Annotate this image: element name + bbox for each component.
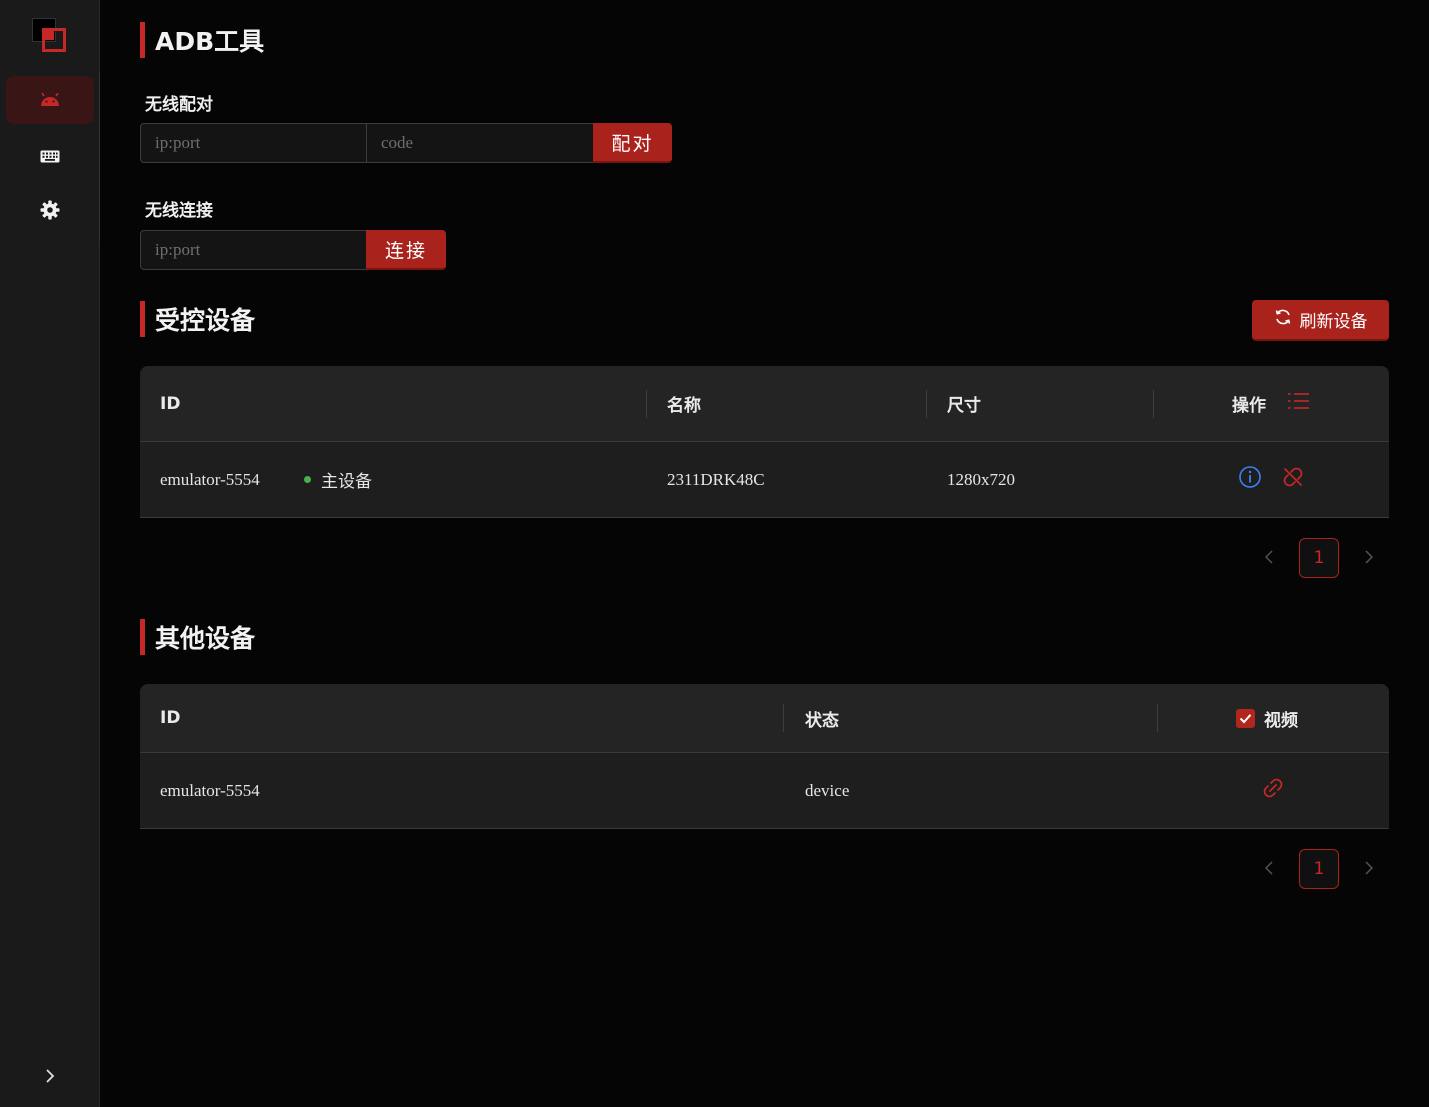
pairing-ip-input[interactable] — [140, 123, 367, 163]
header-name: 名称 — [667, 396, 701, 416]
disconnect-button[interactable] — [1282, 442, 1304, 517]
other-devices-table: ID 状态 视频 emulator-5554 device — [140, 684, 1389, 829]
online-dot — [304, 476, 311, 483]
page-title: ADB工具 — [140, 22, 264, 58]
video-toggle[interactable]: 视频 — [1236, 684, 1298, 752]
video-checkbox[interactable] — [1236, 708, 1255, 728]
sidebar — [0, 0, 100, 1107]
video-label: 视频 — [1264, 710, 1298, 731]
header-size: 尺寸 — [947, 396, 981, 416]
pairing-label: 无线配对 — [145, 95, 213, 115]
other-devices-title: 其他设备 — [140, 619, 255, 655]
chevron-right-icon — [1365, 860, 1374, 879]
controlled-pagination: 1 — [1259, 538, 1379, 578]
device-info-button[interactable] — [1238, 442, 1262, 517]
controlled-devices-table: ID 名称 尺寸 操作 emulator-5554 主设备 2311DRK48C… — [140, 366, 1389, 518]
device-status: device — [805, 780, 850, 800]
refresh-devices-label: 刷新设备 — [1299, 312, 1368, 332]
next-page-button[interactable] — [1359, 548, 1379, 568]
app-logo — [32, 18, 68, 54]
sidebar-divider — [99, 72, 100, 242]
refresh-icon — [1274, 308, 1292, 331]
device-name: 2311DRK48C — [667, 469, 765, 489]
device-size: 1280x720 — [947, 469, 1015, 489]
unlink-icon — [1282, 466, 1304, 493]
chevron-right-icon — [45, 1068, 55, 1088]
android-icon — [39, 93, 61, 107]
sidebar-expand-button[interactable] — [40, 1068, 60, 1088]
header-actions: 操作 — [1232, 396, 1266, 416]
table-header: ID 状态 视频 — [140, 684, 1389, 753]
connect-label: 无线连接 — [145, 201, 213, 221]
page-number[interactable]: 1 — [1299, 849, 1339, 889]
link-icon — [1262, 777, 1284, 804]
next-page-button[interactable] — [1359, 859, 1379, 879]
header-status: 状态 — [805, 710, 839, 731]
prev-page-button[interactable] — [1259, 548, 1279, 568]
header-id: ID — [160, 708, 181, 728]
list-icon — [1288, 392, 1310, 415]
controlled-devices-title: 受控设备 — [140, 301, 255, 337]
page-number[interactable]: 1 — [1299, 538, 1339, 578]
chevron-right-icon — [1365, 549, 1374, 568]
table-row: emulator-5554 device — [140, 753, 1389, 829]
gear-icon — [40, 200, 60, 220]
column-settings-button[interactable] — [1288, 366, 1310, 441]
header-id: ID — [160, 393, 181, 414]
main-device-badge: 主设备 — [304, 442, 372, 517]
connect-ip-input[interactable] — [140, 230, 367, 270]
sidebar-item-adb[interactable] — [6, 76, 94, 124]
device-id: emulator-5554 — [160, 780, 260, 800]
pair-button[interactable]: 配对 — [593, 123, 672, 163]
prev-page-button[interactable] — [1259, 859, 1279, 879]
info-icon — [1238, 465, 1262, 494]
connect-device-button[interactable] — [1262, 753, 1284, 828]
table-header: ID 名称 尺寸 操作 — [140, 366, 1389, 442]
other-pagination: 1 — [1259, 849, 1379, 889]
refresh-devices-button[interactable]: 刷新设备 — [1252, 300, 1389, 341]
chevron-left-icon — [1264, 549, 1273, 568]
device-id: emulator-5554 — [160, 469, 260, 489]
chevron-left-icon — [1264, 860, 1273, 879]
sidebar-item-settings[interactable] — [6, 186, 94, 234]
pairing-code-input[interactable] — [366, 123, 594, 163]
connect-button[interactable]: 连接 — [366, 230, 446, 270]
keyboard-icon — [40, 150, 60, 163]
table-row: emulator-5554 主设备 2311DRK48C 1280x720 — [140, 442, 1389, 518]
sidebar-item-keyboard[interactable] — [6, 132, 94, 180]
